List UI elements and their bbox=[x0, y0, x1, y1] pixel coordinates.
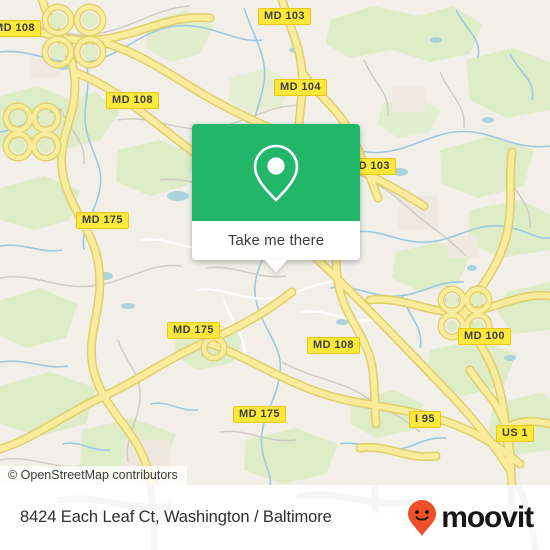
road-shield: MD 108 bbox=[106, 92, 159, 109]
road-shield: MD 108 bbox=[307, 337, 360, 354]
road-shield: MD 100 bbox=[458, 328, 511, 345]
moovit-pin-icon bbox=[408, 499, 437, 536]
location-callout[interactable]: Take me there bbox=[192, 124, 360, 273]
take-me-there-button[interactable]: Take me there bbox=[192, 221, 360, 260]
moovit-logo: moovit bbox=[406, 485, 534, 550]
road-shield: MD 175 bbox=[76, 212, 129, 229]
road-shield: MD 175 bbox=[233, 406, 286, 423]
road-shield: MD 103 bbox=[258, 8, 311, 25]
road-shield: MD 175 bbox=[167, 322, 220, 339]
road-shield: MD 104 bbox=[274, 79, 327, 96]
callout-pointer bbox=[265, 260, 287, 273]
road-shield: MD 108 bbox=[0, 20, 41, 37]
map-canvas[interactable]: MD 108 MD 103 MD 104 MD 108 MD 103 MD 17… bbox=[0, 0, 550, 485]
address-label: 8424 Each Leaf Ct, Washington / Baltimor… bbox=[20, 508, 332, 526]
moovit-wordmark: moovit bbox=[441, 500, 534, 534]
road-shield: I 95 bbox=[409, 411, 441, 428]
map-pin-icon bbox=[253, 144, 299, 202]
take-me-there-label: Take me there bbox=[227, 232, 325, 249]
callout-icon-panel bbox=[192, 124, 360, 221]
road-shield: US 1 bbox=[496, 425, 535, 442]
osm-attribution[interactable]: © OpenStreetMap contributors bbox=[0, 466, 187, 485]
map-screen: MD 108 MD 103 MD 104 MD 108 MD 103 MD 17… bbox=[0, 0, 550, 550]
footer-bar: 8424 Each Leaf Ct, Washington / Baltimor… bbox=[0, 485, 550, 550]
